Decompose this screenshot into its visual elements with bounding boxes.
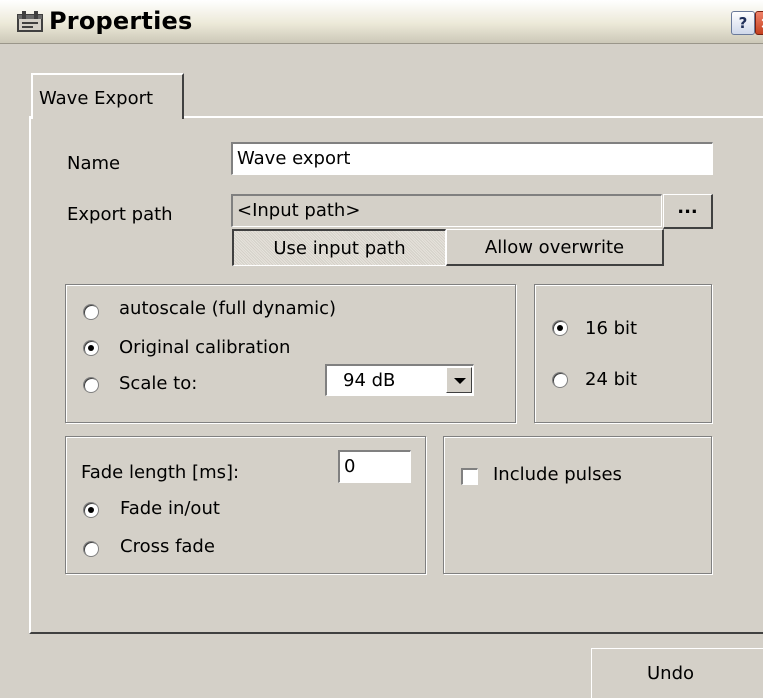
properties-window: Properties ? × Wave Export Name Wave exp… — [0, 0, 763, 698]
title-bar[interactable]: Properties ? × — [0, 0, 763, 44]
help-icon: ? — [738, 14, 748, 32]
undo-button[interactable]: Undo — [591, 648, 763, 698]
close-icon: × — [759, 12, 763, 34]
properties-app-icon — [17, 11, 43, 32]
help-button[interactable]: ? — [731, 11, 755, 35]
tab-label: Wave Export — [39, 88, 154, 109]
undo-label: Undo — [646, 663, 695, 684]
close-button[interactable]: × — [755, 11, 763, 35]
tab-wave-export[interactable]: Wave Export — [31, 73, 184, 119]
tab-panel — [29, 116, 763, 634]
window-title: Properties — [49, 7, 193, 35]
